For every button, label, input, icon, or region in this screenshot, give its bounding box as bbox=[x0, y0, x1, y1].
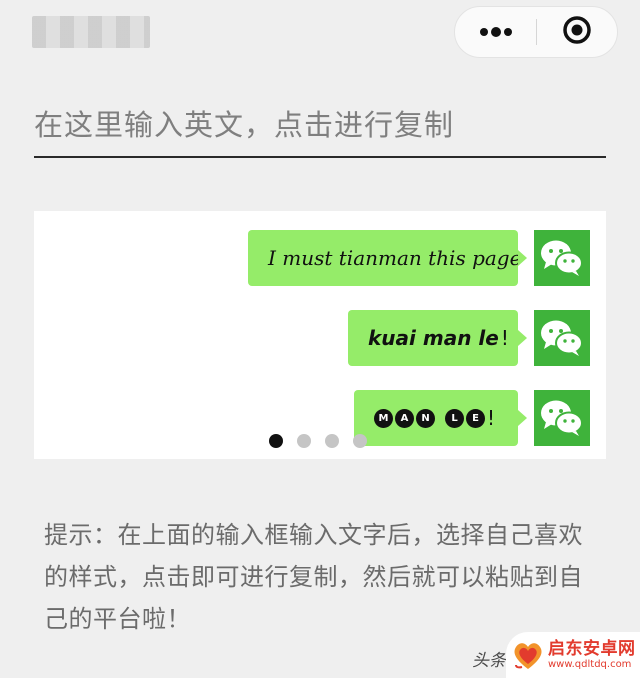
pagination-dot-active[interactable] bbox=[269, 434, 283, 448]
blurred-title bbox=[32, 16, 150, 48]
wechat-icon bbox=[534, 230, 590, 286]
english-input-wrapper bbox=[34, 96, 606, 158]
wechat-icon bbox=[534, 390, 590, 446]
style-carousel[interactable]: I must tianman this page kuai man le ! M… bbox=[34, 211, 606, 459]
circled-letter: E bbox=[466, 408, 485, 428]
site-watermark-text: 启东安卓网 www.qdltdq.com bbox=[548, 638, 636, 670]
pagination-dot[interactable] bbox=[297, 434, 311, 448]
more-button[interactable] bbox=[455, 7, 536, 57]
circled-letter: L bbox=[445, 408, 464, 428]
message-row[interactable]: kuai man le ! bbox=[348, 309, 590, 367]
heart-logo-icon bbox=[510, 637, 546, 673]
site-watermark: 启东安卓网 www.qdltdq.com bbox=[506, 632, 640, 678]
pagination-dot[interactable] bbox=[325, 434, 339, 448]
chat-bubble[interactable]: kuai man le ! bbox=[348, 310, 527, 366]
message-row[interactable]: I must tianman this page bbox=[248, 229, 590, 287]
bubble-suffix: ! bbox=[487, 406, 496, 430]
pagination-dot[interactable] bbox=[353, 434, 367, 448]
circled-letter: N bbox=[416, 408, 435, 428]
more-dots-icon bbox=[479, 27, 513, 37]
chat-bubble[interactable]: I must tianman this page bbox=[248, 230, 527, 286]
bubble-text: kuai man le bbox=[368, 326, 499, 350]
circled-text: M A N L E bbox=[374, 408, 485, 428]
carousel-pagination bbox=[269, 434, 367, 448]
message-row[interactable]: M A N L E ! bbox=[354, 389, 590, 447]
bubble-suffix: ! bbox=[500, 326, 509, 350]
wechat-icon bbox=[534, 310, 590, 366]
english-input[interactable] bbox=[34, 96, 606, 154]
close-button[interactable] bbox=[537, 7, 617, 57]
site-url: www.qdltdq.com bbox=[548, 658, 632, 670]
site-name: 启东安卓网 bbox=[548, 638, 636, 659]
menu-capsule bbox=[454, 6, 618, 58]
chat-bubble[interactable]: M A N L E ! bbox=[354, 390, 527, 446]
circled-letter: A bbox=[395, 408, 414, 428]
target-circle-icon bbox=[562, 15, 592, 49]
page: I must tianman this page kuai man le ! bbox=[0, 0, 640, 678]
toutiao-watermark: 头条 bbox=[472, 651, 506, 671]
circled-letter: M bbox=[374, 408, 393, 428]
bubble-text: I must tianman this page bbox=[268, 246, 522, 270]
hint-text: 提示：在上面的输入框输入文字后，选择自己喜欢的样式，点击即可进行复制，然后就可以… bbox=[44, 521, 583, 633]
